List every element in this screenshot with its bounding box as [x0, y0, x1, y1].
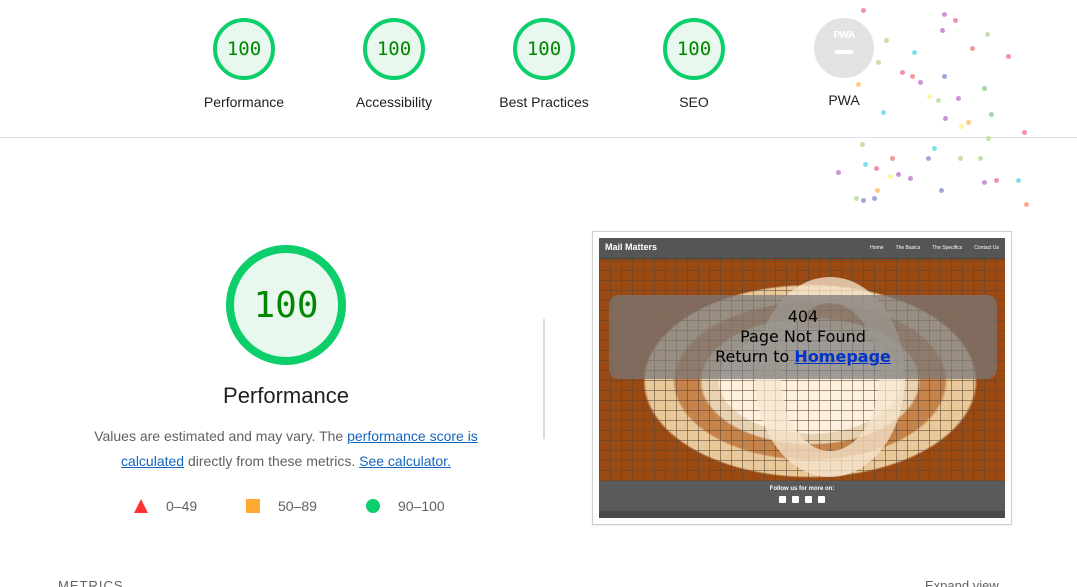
linkedin-icon: [818, 496, 825, 503]
gauge-pwa-label: PWA: [828, 92, 860, 108]
screenshot-nav-links: Home The Basics The Specifics Contact Us: [870, 245, 999, 251]
legend-fail: 0–49: [134, 498, 197, 514]
legend-pass: 90–100: [366, 498, 445, 514]
pwa-badge-text: PWA: [833, 30, 855, 41]
lighthouse-report: 100 Performance 100 Accessibility 100 Be…: [0, 0, 1077, 587]
screenshot-brand: Mail Matters: [605, 242, 658, 252]
screenshot-bottom-bar: [599, 511, 1005, 518]
legend-average-label: 50–89: [278, 498, 317, 514]
twitter-icon: [792, 496, 799, 503]
average-square-icon: [246, 499, 260, 513]
desc-prefix: Values are estimated and may vary. The: [94, 428, 348, 444]
metrics-section-header: METRICS: [58, 578, 124, 587]
performance-description: Values are estimated and may vary. The p…: [70, 424, 502, 474]
screenshot-nav-link: Home: [870, 245, 884, 251]
see-calculator-link[interactable]: See calculator.: [359, 453, 451, 469]
gauge-best-practices-score: 100: [513, 18, 575, 80]
error-code: 404: [787, 307, 819, 326]
gauge-seo-label: SEO: [679, 94, 709, 110]
legend-pass-label: 90–100: [398, 498, 445, 514]
screenshot-nav-link: The Basics: [895, 245, 921, 251]
homepage-link: Homepage: [794, 347, 891, 366]
pwa-dash-icon: [835, 50, 853, 54]
social-icons: [599, 496, 1005, 503]
pwa-badge-icon: PWA: [814, 18, 874, 78]
facebook-icon: [779, 496, 786, 503]
desc-middle: directly from these metrics.: [184, 453, 360, 469]
screenshot-nav-link: The Specifics: [932, 245, 963, 251]
gauge-best-practices[interactable]: 100 Best Practices: [484, 18, 604, 110]
screenshot-nav-link: Contact Us: [974, 245, 999, 251]
legend-average: 50–89: [246, 498, 317, 514]
screenshot-hero-image: 404 Page Not Found Return to Homepage: [599, 259, 1005, 481]
gauge-seo[interactable]: 100 SEO: [634, 18, 754, 110]
gauge-accessibility-score: 100: [363, 18, 425, 80]
gauge-best-practices-label: Best Practices: [499, 94, 589, 110]
youtube-icon: [805, 496, 812, 503]
pass-circle-icon: [366, 499, 380, 513]
screenshot-content: Mail Matters Home The Basics The Specifi…: [599, 238, 1005, 518]
gauge-seo-score: 100: [663, 18, 725, 80]
main-performance-title: Performance: [223, 383, 349, 408]
footer-follow-text: Follow us for more on:: [769, 486, 835, 492]
main-performance-gauge: 100: [226, 245, 346, 365]
return-prefix: Return to: [715, 347, 795, 366]
score-legend: 0–49 50–89 90–100: [0, 498, 560, 518]
legend-fail-label: 0–49: [166, 498, 198, 514]
error-text: Page Not Found: [740, 327, 866, 346]
expand-view-toggle[interactable]: Expand view: [925, 578, 999, 587]
error-message-box: 404 Page Not Found Return to Homepage: [609, 295, 997, 379]
category-gauges-bar: 100 Performance 100 Accessibility 100 Be…: [0, 0, 1077, 138]
final-screenshot[interactable]: Mail Matters Home The Basics The Specifi…: [592, 231, 1012, 525]
gauge-performance[interactable]: 100 Performance: [184, 18, 304, 110]
vertical-divider: [543, 319, 545, 439]
return-line: Return to Homepage: [609, 347, 997, 367]
screenshot-footer: Follow us for more on:: [599, 481, 1005, 511]
gauge-performance-label: Performance: [203, 94, 285, 110]
screenshot-navbar: Mail Matters Home The Basics The Specifi…: [599, 238, 1005, 259]
gauge-pwa[interactable]: PWA PWA: [784, 18, 904, 108]
gauge-accessibility[interactable]: 100 Accessibility: [334, 18, 454, 110]
gauge-accessibility-label: Accessibility: [355, 94, 433, 110]
fail-triangle-icon: [134, 499, 148, 513]
gauge-performance-score: 100: [213, 18, 275, 80]
